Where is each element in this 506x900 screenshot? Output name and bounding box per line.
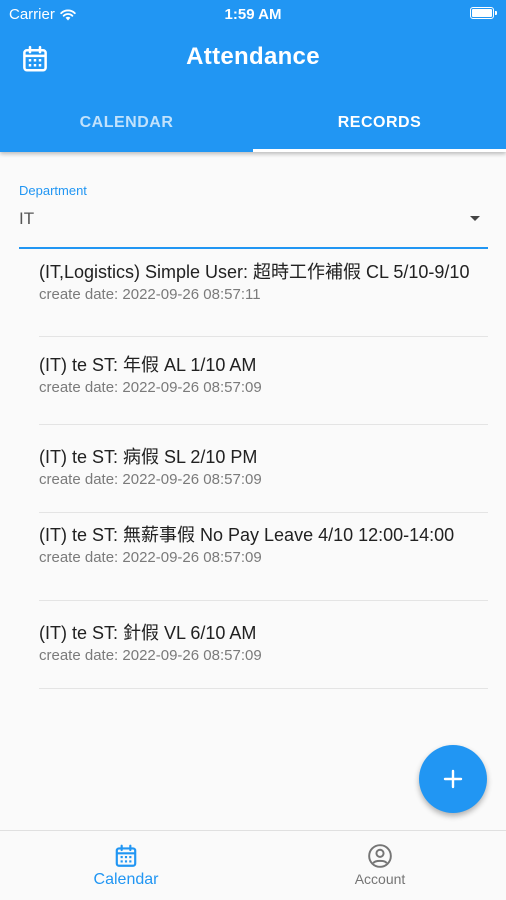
records-list: (IT,Logistics) Simple User: 超時工作補假 CL 5/… xyxy=(39,252,488,689)
department-underline xyxy=(19,247,488,249)
list-item[interactable]: (IT) te ST: 年假 AL 1/10 AM create date: 2… xyxy=(39,337,488,425)
list-item[interactable]: (IT) te ST: 病假 SL 2/10 PM create date: 2… xyxy=(39,425,488,513)
list-item[interactable]: (IT,Logistics) Simple User: 超時工作補假 CL 5/… xyxy=(39,252,488,337)
nav-account[interactable]: Account xyxy=(320,843,440,887)
add-record-button[interactable] xyxy=(419,745,487,813)
dropdown-arrow-icon xyxy=(470,216,480,221)
bottom-navigation: Calendar Account xyxy=(0,830,506,900)
record-title: (IT) te ST: 無薪事假 No Pay Leave 4/10 12:00… xyxy=(39,525,455,545)
tab-bar: CALENDAR RECORDS xyxy=(0,98,506,152)
record-title: (IT,Logistics) Simple User: 超時工作補假 CL 5/… xyxy=(39,262,470,282)
department-dropdown[interactable]: Department IT xyxy=(19,183,488,249)
department-label: Department xyxy=(19,183,87,198)
record-date: create date: 2022-09-26 08:57:09 xyxy=(39,471,262,488)
battery-icon xyxy=(470,7,497,19)
list-item[interactable]: (IT) te ST: 無薪事假 No Pay Leave 4/10 12:00… xyxy=(39,513,488,601)
record-date: create date: 2022-09-26 08:57:09 xyxy=(39,549,262,566)
record-date: create date: 2022-09-26 08:57:09 xyxy=(39,647,262,664)
app-bar: Carrier 1:59 AM Attendance CALENDAR RECO xyxy=(0,0,506,152)
department-value: IT xyxy=(19,209,35,228)
record-title: (IT) te ST: 病假 SL 2/10 PM xyxy=(39,447,258,467)
nav-calendar-label: Calendar xyxy=(93,871,159,888)
plus-icon xyxy=(443,769,463,789)
nav-account-label: Account xyxy=(354,871,406,887)
record-date: create date: 2022-09-26 08:57:11 xyxy=(39,286,261,303)
status-time: 1:59 AM xyxy=(224,6,282,23)
record-title: (IT) te ST: 針假 VL 6/10 AM xyxy=(39,623,257,643)
page-title: Attendance xyxy=(186,43,320,70)
nav-calendar[interactable]: Calendar xyxy=(66,843,186,889)
list-item[interactable]: (IT) te ST: 針假 VL 6/10 AM create date: 2… xyxy=(39,601,488,689)
record-date: create date: 2022-09-26 08:57:09 xyxy=(39,379,262,396)
tab-calendar[interactable]: CALENDAR xyxy=(0,98,253,152)
calendar-icon xyxy=(115,844,137,867)
status-bar: Carrier 1:59 AM xyxy=(0,0,506,28)
account-icon xyxy=(368,844,392,868)
record-title: (IT) te ST: 年假 AL 1/10 AM xyxy=(39,355,257,375)
tab-records[interactable]: RECORDS xyxy=(253,98,506,152)
